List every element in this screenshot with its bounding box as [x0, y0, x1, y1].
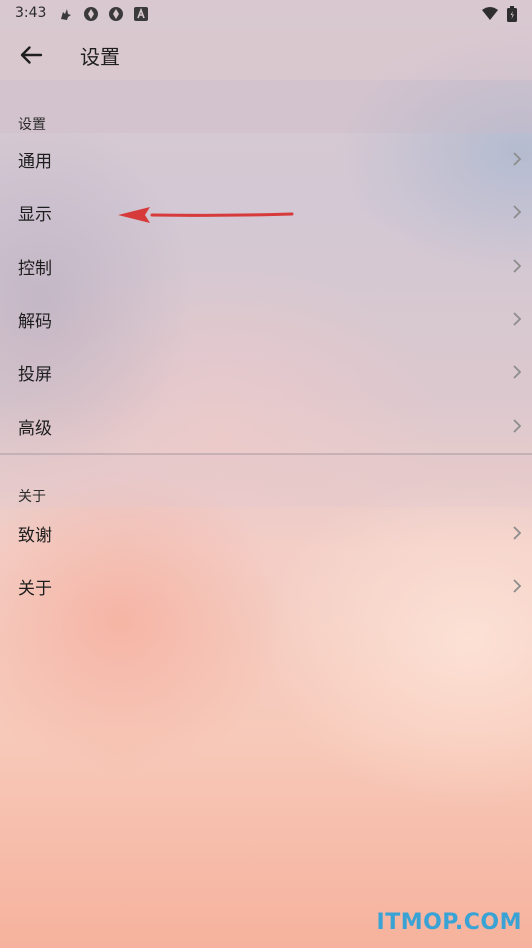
- list-item-decode[interactable]: 解码: [0, 293, 532, 346]
- list-item-about[interactable]: 关于: [0, 560, 532, 613]
- watermark: ITMOP.COM: [376, 910, 522, 935]
- list-item-label: 关于: [18, 579, 52, 599]
- chevron-right-icon: [513, 526, 522, 540]
- list-item-acknowledgements[interactable]: 致谢: [0, 507, 532, 560]
- letter-a-icon: [134, 7, 148, 21]
- app-icon: [84, 7, 98, 21]
- section-header-about: 关于: [0, 455, 532, 507]
- battery-icon: [507, 6, 517, 22]
- notification-bird-icon: [61, 9, 71, 20]
- list-item-label: 高级: [18, 419, 52, 439]
- status-bar: 3:43: [0, 0, 532, 30]
- list-item-control[interactable]: 控制: [0, 240, 532, 293]
- annotation-arrow-icon: [118, 207, 294, 223]
- list-item-label: 解码: [18, 312, 52, 332]
- arrow-left-icon[interactable]: [10, 36, 52, 74]
- section-header-label: 关于: [18, 489, 46, 505]
- list-item-label: 显示: [18, 205, 52, 225]
- list-item-label: 通用: [18, 152, 52, 172]
- section-header-settings: 设置: [0, 80, 532, 133]
- page-title: 设置: [80, 45, 120, 69]
- wifi-icon: [482, 7, 498, 20]
- status-time: 3:43: [15, 5, 47, 21]
- chevron-right-icon: [513, 579, 522, 593]
- chevron-right-icon: [513, 365, 522, 379]
- list-item-cast[interactable]: 投屏: [0, 346, 532, 399]
- app-bar: 设置: [0, 30, 532, 80]
- list-item-general[interactable]: 通用: [0, 133, 532, 186]
- list-item-advanced[interactable]: 高级: [0, 400, 532, 453]
- app-icon: [109, 7, 123, 21]
- chevron-right-icon: [513, 259, 522, 273]
- chevron-right-icon: [513, 205, 522, 219]
- chevron-right-icon: [513, 312, 522, 326]
- list-item-label: 控制: [18, 259, 52, 279]
- chevron-right-icon: [513, 419, 522, 433]
- list-item-label: 投屏: [18, 365, 52, 385]
- list-item-label: 致谢: [18, 526, 52, 546]
- section-header-label: 设置: [18, 117, 46, 133]
- chevron-right-icon: [513, 152, 522, 166]
